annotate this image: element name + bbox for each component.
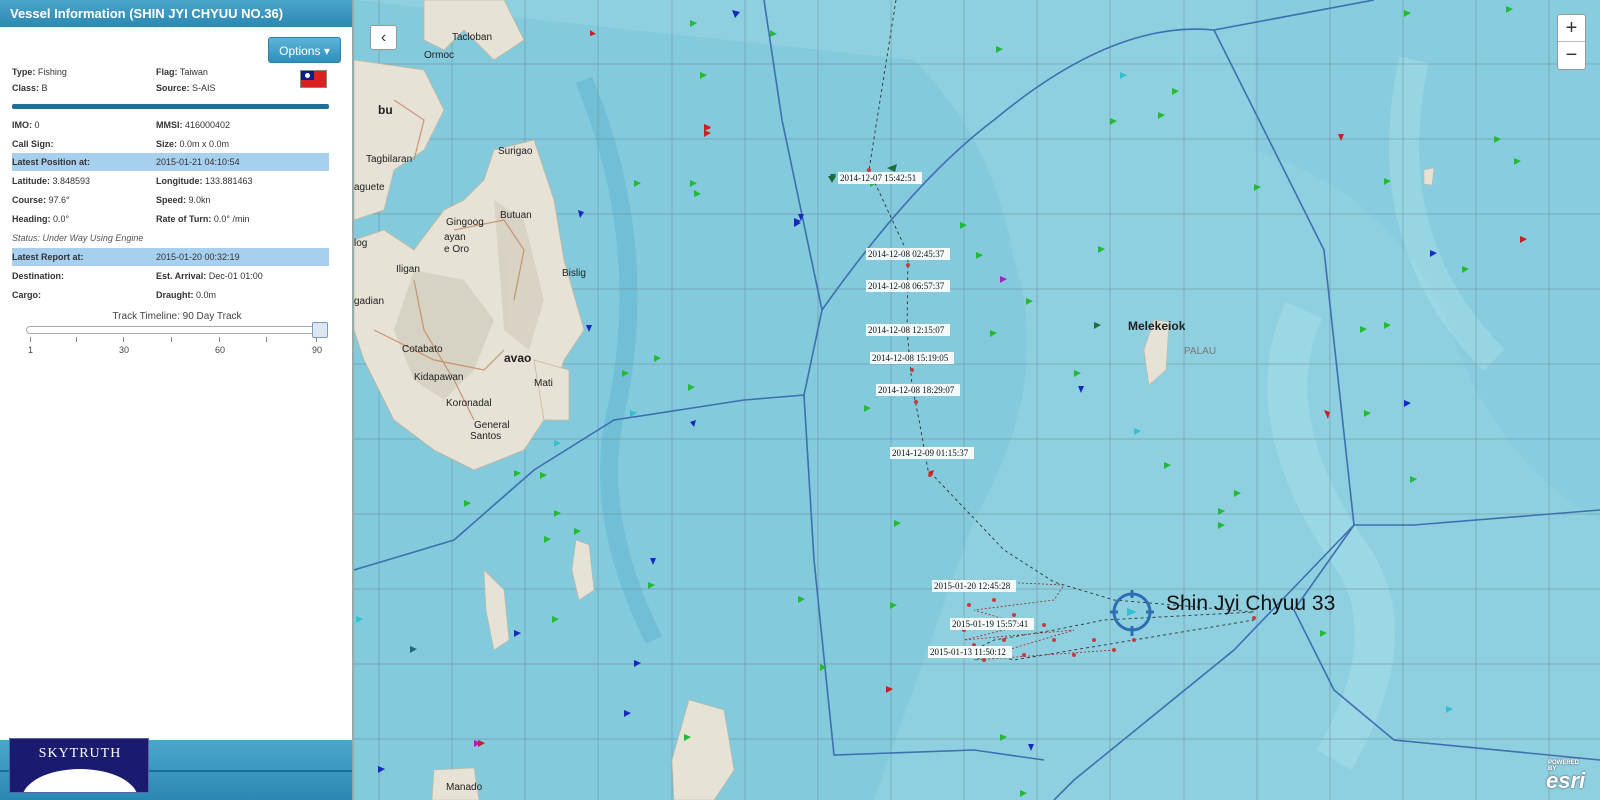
track-timeline-handle[interactable] bbox=[312, 322, 328, 338]
draught-field: Draught: 0.0m bbox=[156, 290, 217, 300]
place-label: Iligan bbox=[396, 264, 420, 275]
place-label: e Oro bbox=[444, 244, 469, 255]
place-label: avao bbox=[504, 351, 531, 365]
track-label: 2014-12-07 15:42:51 bbox=[840, 173, 916, 183]
zoom-control: + − bbox=[1557, 14, 1586, 70]
timeline-tick bbox=[219, 337, 220, 342]
place-label: Tacloban bbox=[452, 32, 492, 43]
track-label: 2015-01-20 12:45:28 bbox=[934, 581, 1011, 591]
timeline-tick-label: 90 bbox=[312, 345, 323, 355]
track-label: 2015-01-19 15:57:41 bbox=[952, 619, 1028, 629]
source-field: Source: S-AIS bbox=[156, 83, 216, 93]
place-label: Cotabato bbox=[402, 344, 443, 355]
vessel-status: Status: Under Way Using Engine bbox=[12, 233, 144, 243]
track-label: 2014-12-08 12:15:07 bbox=[868, 325, 945, 335]
speed-field: Speed: 9.0kn bbox=[156, 195, 211, 205]
taiwan-flag-icon bbox=[300, 70, 327, 88]
place-label: log bbox=[354, 238, 367, 249]
place-label: bu bbox=[378, 103, 393, 117]
track-timeline-label: Track Timeline: 90 Day Track bbox=[112, 311, 242, 322]
place-label: Manado bbox=[446, 782, 483, 793]
timeline-tick bbox=[123, 337, 124, 342]
collapse-panel-button[interactable]: ‹ bbox=[370, 25, 397, 50]
track-label: 2014-12-08 15:19:05 bbox=[872, 353, 949, 363]
latitude-field: Latitude: 3.848593 bbox=[12, 176, 91, 186]
timeline-tick bbox=[316, 337, 317, 342]
size-field: Size: 0.0m x 0.0m bbox=[156, 139, 230, 149]
mmsi-field: MMSI: 416000402 bbox=[156, 120, 231, 130]
rate-of-turn-field: Rate of Turn: 0.0° /min bbox=[156, 214, 250, 224]
track-label: 2014-12-08 18:29:07 bbox=[878, 385, 955, 395]
track-label: 2014-12-09 01:15:37 bbox=[892, 448, 969, 458]
place-label: Melekeiok bbox=[1128, 319, 1186, 333]
latest-report-value: 2015-01-20 00:32:19 bbox=[156, 252, 240, 262]
type-field: Type: Fishing bbox=[12, 67, 67, 77]
est-arrival-field: Est. Arrival: Dec-01 01:00 bbox=[156, 271, 263, 281]
zoom-in-button[interactable]: + bbox=[1558, 15, 1585, 42]
flag-field: Flag: Taiwan bbox=[156, 67, 208, 77]
track-label: 2014-12-08 02:45:37 bbox=[868, 249, 945, 259]
timeline-tick-label: 30 bbox=[119, 345, 130, 355]
callsign-field: Call Sign: bbox=[12, 139, 54, 149]
place-label: Ormoc bbox=[424, 50, 454, 61]
class-field: Class: B bbox=[12, 83, 48, 93]
vessel-info-panel: Vessel Information (SHIN JYI CHYUU NO.36… bbox=[0, 0, 354, 800]
place-label: gadian bbox=[354, 296, 384, 307]
track-label: 2015-01-13 11:50:12 bbox=[930, 647, 1006, 657]
panel-title: Vessel Information (SHIN JYI CHYUU NO.36… bbox=[0, 0, 352, 27]
timeline-tick-label: 60 bbox=[215, 345, 226, 355]
vessel-name-label: Shin Jyi Chyuu 33 bbox=[1166, 592, 1335, 615]
map-view[interactable]: Tacloban Ormoc bu Tagbilaran aguete Suri… bbox=[353, 0, 1600, 800]
divider bbox=[12, 104, 329, 109]
place-label: Koronadal bbox=[446, 398, 492, 409]
options-button[interactable]: Options ▾ bbox=[268, 37, 341, 63]
place-label: Tagbilaran bbox=[366, 154, 412, 165]
place-label: Kidapawan bbox=[414, 372, 463, 383]
place-label: aguete bbox=[354, 182, 385, 193]
place-label: Santos bbox=[470, 431, 501, 442]
imo-field: IMO: 0 bbox=[12, 120, 40, 130]
heading-field: Heading: 0.0° bbox=[12, 214, 70, 224]
place-label: ayan bbox=[444, 232, 466, 243]
chevron-left-icon: ‹ bbox=[380, 29, 387, 46]
place-label: Butuan bbox=[500, 210, 532, 221]
place-label: PALAU bbox=[1184, 346, 1216, 357]
timeline-tick bbox=[30, 337, 31, 342]
place-label: Mati bbox=[534, 378, 553, 389]
latest-report-label: Latest Report at: bbox=[12, 252, 84, 262]
place-label: Bislig bbox=[562, 268, 586, 279]
cargo-field: Cargo: bbox=[12, 290, 41, 300]
timeline-tick bbox=[266, 337, 267, 342]
longitude-field: Longitude: 133.881463 bbox=[156, 176, 253, 186]
timeline-tick bbox=[76, 337, 77, 342]
caret-down-icon: ▾ bbox=[323, 44, 330, 58]
latest-position-value: 2015-01-21 04:10:54 bbox=[156, 157, 240, 167]
esri-logo: POWERED BY esri bbox=[1546, 760, 1586, 793]
timeline-tick-label: 1 bbox=[28, 345, 34, 355]
timeline-tick bbox=[171, 337, 172, 342]
track-timeline-slider[interactable] bbox=[26, 326, 326, 334]
zoom-out-button[interactable]: − bbox=[1558, 42, 1585, 69]
place-label: Surigao bbox=[498, 146, 533, 157]
skytruth-logo[interactable]: SKYTRUTH bbox=[9, 738, 149, 793]
latest-position-label: Latest Position at: bbox=[12, 157, 91, 167]
track-label: 2014-12-08 06:57:37 bbox=[868, 281, 945, 291]
destination-field: Destination: bbox=[12, 271, 65, 281]
place-label: General bbox=[474, 420, 510, 431]
map-canvas[interactable]: Tacloban Ormoc bu Tagbilaran aguete Suri… bbox=[353, 0, 1600, 800]
course-field: Course: 97.6° bbox=[12, 195, 70, 205]
place-label: Gingoog bbox=[446, 217, 484, 228]
